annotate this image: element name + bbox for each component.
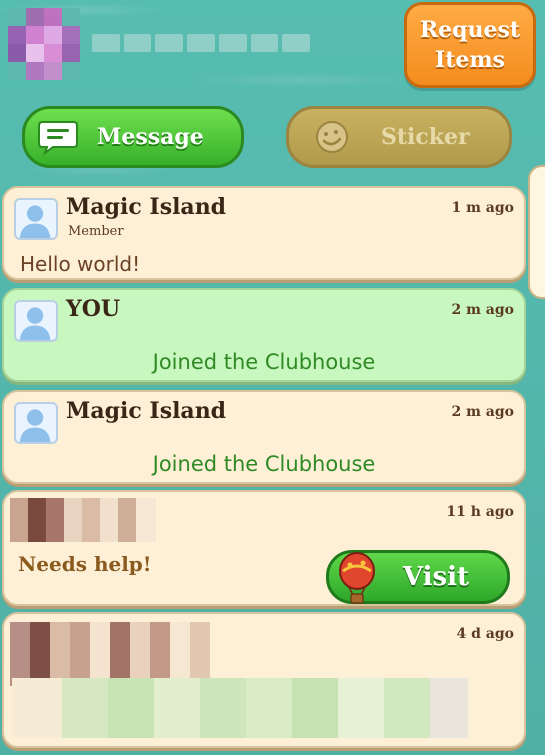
message-tab-label: Message <box>97 124 204 150</box>
event-message: Joined the Clubhouse <box>152 350 376 374</box>
timestamp: 1 m ago <box>451 200 514 216</box>
visit-label: Visit <box>402 562 469 592</box>
message-tab-button[interactable]: Message <box>22 106 244 168</box>
player-avatar[interactable] <box>8 8 80 80</box>
hot-air-balloon-icon <box>339 552 375 604</box>
sender-avatar-obscured <box>10 498 156 542</box>
player-name-obscured <box>92 34 311 52</box>
feed-item: 4 d ago <box>2 612 526 748</box>
person-silhouette-icon <box>14 300 58 342</box>
help-request-text: Needs help! <box>18 552 152 576</box>
sender-name: YOU <box>66 296 121 322</box>
timestamp: 2 m ago <box>451 404 514 420</box>
timestamp: 4 d ago <box>456 626 514 642</box>
visit-button[interactable]: Visit <box>326 550 510 604</box>
person-silhouette-icon <box>14 402 58 444</box>
feed-item: 11 h ago Needs help! Visit <box>2 490 526 606</box>
timestamp: 11 h ago <box>446 504 514 520</box>
chat-message: Hello world! <box>20 252 141 276</box>
message-obscured <box>12 678 468 738</box>
sender-name: Magic Island <box>66 194 227 220</box>
event-message: Joined the Clubhouse <box>152 452 376 476</box>
side-panel-tab[interactable] <box>528 165 545 299</box>
request-items-button[interactable]: Request Items <box>404 2 536 88</box>
sticker-tab-button[interactable]: Sticker <box>286 106 512 168</box>
speech-bubble-icon <box>38 121 78 155</box>
sender-avatar-obscured <box>10 622 210 686</box>
feed-item: Magic Island Member 1 m ago Hello world! <box>2 186 526 280</box>
feed-item: YOU 2 m ago Joined the Clubhouse <box>2 288 526 382</box>
sender-name: Magic Island <box>66 398 227 424</box>
sticker-tab-label: Sticker <box>381 124 470 150</box>
timestamp: 2 m ago <box>451 302 514 318</box>
person-silhouette-icon <box>14 198 58 240</box>
sender-role: Member <box>68 224 124 239</box>
smiley-face-icon <box>316 121 348 153</box>
feed-item: Magic Island 2 m ago Joined the Clubhous… <box>2 390 526 484</box>
